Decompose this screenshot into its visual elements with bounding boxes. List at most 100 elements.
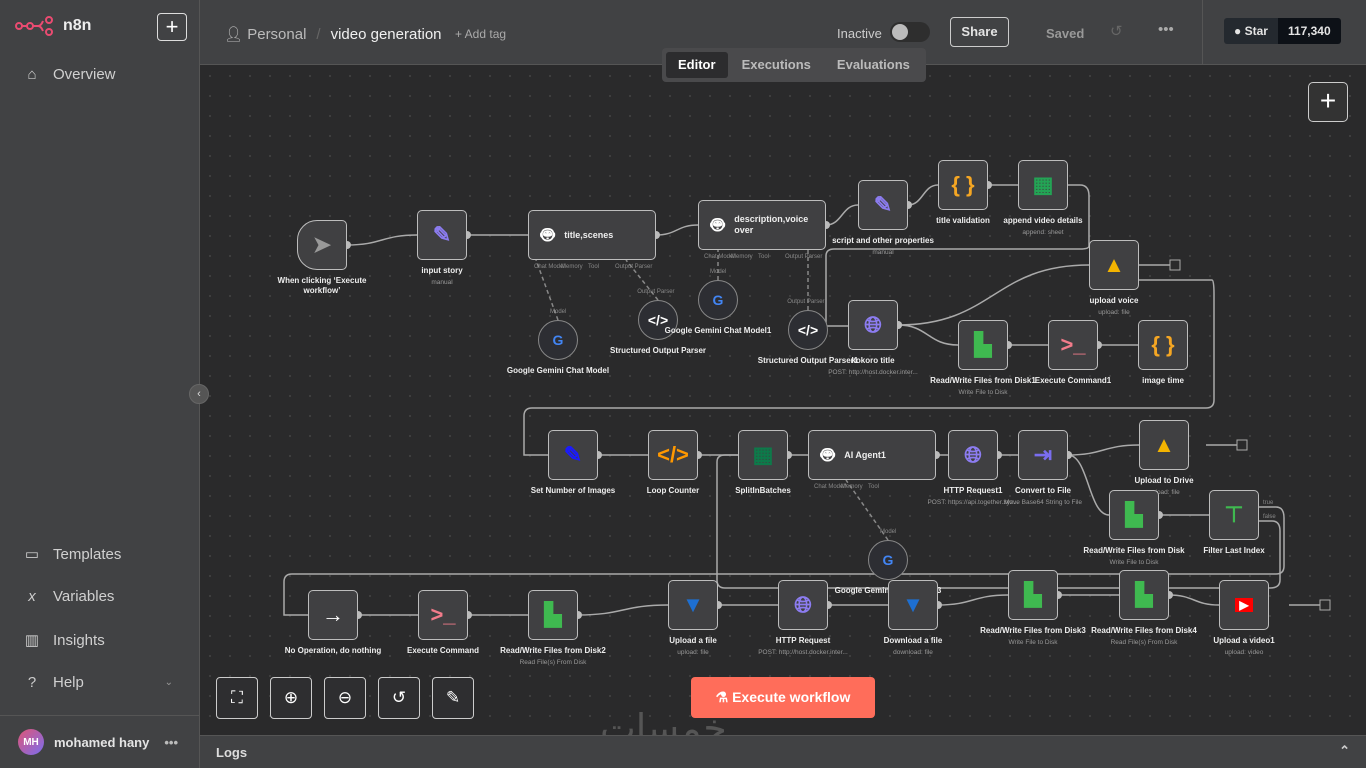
node-script[interactable]: ✎ [858, 180, 908, 230]
node-split[interactable]: ▦ [738, 430, 788, 480]
reset-zoom-button[interactable]: ↺ [378, 677, 420, 719]
node-label: Google Gemini Chat Model [498, 366, 618, 376]
logs-panel[interactable]: Logs ⌃ [200, 735, 1366, 768]
user-more-button[interactable]: ••• [164, 735, 178, 750]
node-upfile[interactable]: ▼ [668, 580, 718, 630]
node-label: When clicking ‘Execute workflow’ [262, 276, 382, 296]
tab-executions[interactable]: Executions [730, 52, 823, 78]
sidebar-item-help[interactable]: ? Help ⌄ [23, 674, 173, 691]
node-upvoice[interactable]: ▲ [1089, 240, 1139, 290]
node-http1[interactable]: 🌐︎ [948, 430, 998, 480]
sidebar-item-templates[interactable]: ▭ Templates [23, 545, 121, 564]
node-filter[interactable]: ⊤ [1209, 490, 1259, 540]
node-exec0[interactable]: >_ [418, 590, 468, 640]
node-download[interactable]: ▼ [888, 580, 938, 630]
node-setnum[interactable]: ✎ [548, 430, 598, 480]
node-label: No Operation, do nothing [273, 646, 393, 656]
node-subtitle: upload: file [1098, 309, 1130, 316]
node-gem3[interactable]: G [868, 540, 908, 580]
connection[interactable] [655, 224, 699, 236]
create-new-button[interactable]: + [157, 13, 187, 41]
github-star-button[interactable]: ● Star 117,340 [1224, 18, 1341, 44]
node-sop1[interactable]: </> [788, 310, 828, 350]
file-disk-icon: ▙ [544, 602, 562, 627]
tab-evaluations[interactable]: Evaluations [825, 52, 922, 78]
node-titleval[interactable]: { } [938, 160, 988, 210]
node-subtitle: download: file [893, 649, 933, 656]
connection[interactable] [907, 184, 939, 206]
signpost-icon: ⊤ [1224, 502, 1244, 527]
node-rw1[interactable]: ▙ [958, 320, 1008, 370]
fit-view-button[interactable]: ⛶ [216, 677, 258, 719]
history-icon[interactable]: ↺ [1110, 22, 1123, 40]
project-link[interactable]: 👤︎ Personal [224, 25, 306, 43]
node-rw4[interactable]: ▙ [1119, 570, 1169, 620]
node-http0[interactable]: 🌐︎ [778, 580, 828, 630]
workflow-name[interactable]: video generation [331, 26, 442, 43]
connection[interactable] [937, 594, 1009, 606]
connection[interactable] [716, 454, 1281, 589]
node-rw0[interactable]: ▙ [1109, 490, 1159, 540]
node-gem1[interactable]: G [698, 280, 738, 320]
add-tag-button[interactable]: + Add tag [455, 27, 506, 41]
node-label: Upload a file upload: file [633, 636, 753, 658]
sidebar-item-variables[interactable]: x Variables [23, 588, 114, 605]
globe-icon: 🌐︎ [794, 592, 812, 617]
workflow-canvas[interactable]: When clicking ‘Execute workflow’ ➤ input s… [200, 66, 1366, 735]
breadcrumb: 👤︎ Personal / video generation [224, 25, 442, 44]
connection[interactable] [346, 234, 418, 246]
globe-icon: 🌐︎ [864, 312, 882, 337]
node-label-text: Structured Output Parser [609, 346, 706, 355]
n8n-logo[interactable]: n8n [15, 16, 91, 36]
more-options-button[interactable]: ••• [1158, 21, 1174, 38]
add-next-node-button[interactable] [1236, 439, 1248, 451]
node-rw3[interactable]: ▙ [1008, 570, 1058, 620]
node-label: image time [1103, 376, 1223, 386]
connection[interactable] [825, 204, 859, 226]
node-updrive[interactable]: ▲ [1139, 420, 1189, 470]
connection[interactable] [1168, 594, 1220, 606]
node-loop[interactable]: </> [648, 430, 698, 480]
node-trigger[interactable]: ➤ [297, 220, 347, 270]
chevron-up-icon[interactable]: ⌃ [1339, 743, 1350, 759]
add-node-button[interactable]: + [1308, 82, 1348, 122]
sidebar-item-insights[interactable]: ▥ Insights [23, 631, 105, 650]
node-agent1[interactable]: 🤖︎ title,scenes [528, 210, 656, 260]
tab-editor[interactable]: Editor [666, 52, 728, 78]
node-append[interactable]: ▦ [1018, 160, 1068, 210]
tidy-up-button[interactable]: ✎ [432, 677, 474, 719]
active-toggle[interactable] [890, 22, 930, 42]
node-upvideo[interactable]: ▶ [1219, 580, 1269, 630]
flask-icon: ⚗ [715, 689, 729, 705]
connection[interactable] [1067, 444, 1140, 456]
bucket-icon: ▼ [682, 592, 704, 617]
collapse-sidebar-button[interactable]: ‹ [189, 384, 209, 404]
chart-icon: ▥ [24, 632, 40, 649]
bucket-icon: ▼ [902, 592, 924, 617]
robot-icon: 🤖︎ [821, 442, 835, 467]
zoom-in-button[interactable]: ⊕ [270, 677, 312, 719]
share-button[interactable]: Share [950, 17, 1009, 47]
node-input[interactable]: ✎ [417, 210, 467, 260]
youtube-icon: ▶ [1235, 598, 1253, 612]
node-kokoro[interactable]: 🌐︎ [848, 300, 898, 350]
node-label: Read/Write Files from Disk2 Read File(s) … [493, 646, 613, 668]
node-imgtime[interactable]: { } [1138, 320, 1188, 370]
add-next-node-button[interactable] [1319, 599, 1331, 611]
sidebar-item-overview[interactable]: ⌂ Overview [23, 66, 115, 83]
input-port-label: Output Parser [785, 254, 823, 260]
node-rw2[interactable]: ▙ [528, 590, 578, 640]
node-agent2[interactable]: 🤖︎ description,voice over [698, 200, 826, 250]
input-port-label: Tool [758, 254, 770, 260]
connection[interactable] [897, 324, 959, 346]
node-noop[interactable]: → [308, 590, 358, 640]
add-next-node-button[interactable] [1169, 259, 1181, 271]
node-gem0[interactable]: G [538, 320, 578, 360]
node-convert[interactable]: ⇥ [1018, 430, 1068, 480]
node-exec1[interactable]: >_ [1048, 320, 1098, 370]
user-menu[interactable]: MH mohamed hany ••• [0, 715, 200, 768]
node-agent3[interactable]: 🤖︎ AI Agent1 [808, 430, 936, 480]
github-star-label: Star [1244, 24, 1268, 38]
zoom-out-button[interactable]: ⊖ [324, 677, 366, 719]
connection[interactable] [577, 604, 669, 616]
